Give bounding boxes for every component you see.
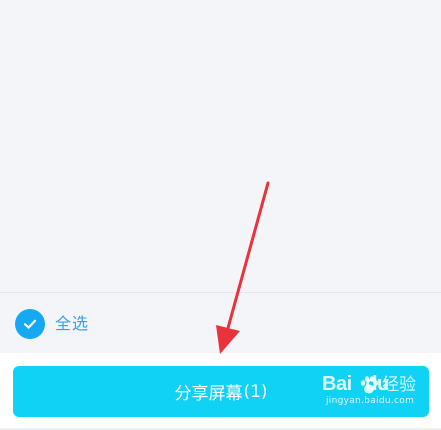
select-all-checkbox[interactable] [15, 309, 45, 339]
share-button-count: (1) [243, 381, 268, 402]
share-selection-screen: 全选 分享屏幕(1) Baiddu 经验 jingyan.baidu.com [0, 0, 441, 430]
share-screen-button[interactable]: 分享屏幕 (1) [13, 366, 429, 417]
select-all-label: 全选 [55, 314, 90, 333]
select-all-row[interactable]: 全选 [0, 293, 441, 353]
check-icon [23, 319, 37, 329]
bottom-action-bar: 分享屏幕 (1) [0, 353, 441, 430]
share-button-label: 分享屏幕 [174, 384, 243, 404]
content-area [0, 0, 441, 292]
